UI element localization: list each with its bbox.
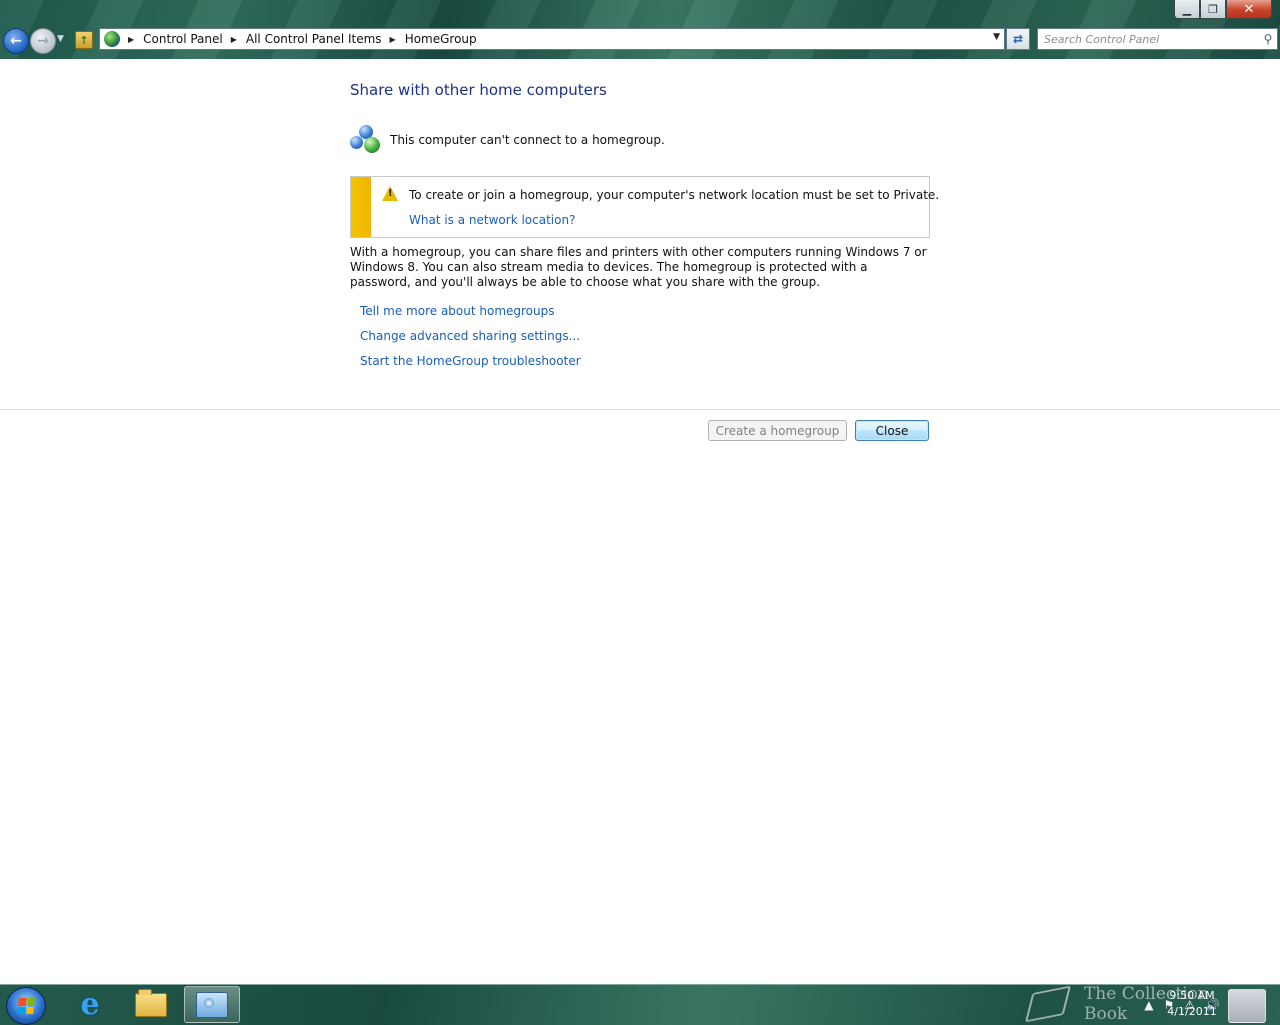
restore-button[interactable]: ❐ [1200, 0, 1226, 19]
taskbar-control-panel[interactable] [184, 986, 240, 1023]
connection-status: This computer can't connect to a homegro… [350, 125, 665, 155]
link-troubleshooter[interactable]: Start the HomeGroup troubleshooter [360, 354, 581, 379]
homegroup-description: With a homegroup, you can share files an… [350, 245, 927, 289]
status-message: This computer can't connect to a homegro… [390, 133, 665, 147]
recent-pages-dropdown[interactable]: ▼ [57, 34, 64, 44]
window-title-bar: ▁ ❐ ✕ ← → ▼ ↑ ▶ Control Panel ▶ All Cont… [0, 0, 1280, 59]
taskbar-file-explorer[interactable] [123, 986, 179, 1023]
breadcrumb-all-items[interactable]: ▶ All Control Panel Items [223, 32, 382, 46]
internet-explorer-icon: e [80, 987, 100, 1022]
create-homegroup-button[interactable]: Create a homegroup [708, 420, 847, 441]
close-window-button[interactable]: ✕ [1226, 0, 1272, 19]
warning-icon [382, 186, 398, 201]
search-box[interactable]: ⚲ [1037, 28, 1278, 50]
clock[interactable]: 9:50 AM 4/1/2011 [1160, 988, 1224, 1020]
link-tell-me-more[interactable]: Tell me more about homegroups [360, 304, 581, 329]
breadcrumb-separator-icon[interactable]: ▶ [390, 35, 396, 44]
breadcrumb-label[interactable]: Control Panel [143, 32, 223, 46]
warning-panel: To create or join a homegroup, your comp… [350, 176, 939, 238]
book-logo-icon [1024, 985, 1072, 1023]
file-explorer-icon [135, 988, 167, 1017]
forward-arrow-icon: → [37, 33, 49, 49]
warning-stripe [351, 177, 371, 237]
network-location-link[interactable]: What is a network location? [409, 213, 575, 227]
show-desktop-button[interactable] [1228, 989, 1266, 1023]
back-button[interactable]: ← [3, 28, 29, 54]
up-folder-icon[interactable]: ↑ [75, 31, 93, 49]
clock-date: 4/1/2011 [1167, 1005, 1217, 1018]
control-panel-icon [196, 991, 228, 1018]
page-title: Share with other home computers [350, 81, 607, 99]
refresh-icon: ⇄ [1012, 32, 1024, 46]
close-button[interactable]: Close [855, 420, 929, 441]
link-advanced-sharing[interactable]: Change advanced sharing settings... [360, 329, 581, 354]
address-dropdown-icon[interactable]: ▼ [993, 32, 1000, 42]
warning-message: To create or join a homegroup, your comp… [409, 188, 940, 202]
breadcrumb-label[interactable]: All Control Panel Items [246, 32, 382, 46]
address-bar[interactable]: ▶ Control Panel ▶ All Control Panel Item… [99, 28, 1005, 50]
breadcrumb-homegroup[interactable]: ▶ HomeGroup [382, 32, 477, 46]
breadcrumb-control-panel[interactable]: ▶ Control Panel [120, 32, 223, 46]
breadcrumb-separator-icon[interactable]: ▶ [128, 35, 134, 44]
homegroup-content: Share with other home computers This com… [0, 59, 1280, 984]
search-input[interactable] [1038, 31, 1259, 47]
taskbar-internet-explorer[interactable]: e [62, 986, 118, 1023]
forward-button[interactable]: → [30, 28, 56, 54]
search-icon[interactable]: ⚲ [1259, 32, 1277, 46]
start-button[interactable] [6, 987, 46, 1025]
footer-divider [0, 409, 1280, 410]
breadcrumb-label[interactable]: HomeGroup [405, 32, 477, 46]
show-hidden-icons-icon[interactable]: ▲ [1144, 998, 1153, 1012]
minimize-button[interactable]: ▁ [1174, 0, 1200, 19]
taskbar: e The Collection Book ▲ ⚑ ⚠ 🔊 9:50 AM 4/… [0, 984, 1280, 1025]
back-arrow-icon: ← [10, 33, 22, 49]
clock-time: 9:50 AM [1169, 989, 1215, 1002]
breadcrumb-separator-icon[interactable]: ▶ [231, 35, 237, 44]
windows-logo-icon [17, 998, 35, 1014]
help-links: Tell me more about homegroups Change adv… [360, 304, 581, 379]
window-controls: ▁ ❐ ✕ [1174, 0, 1272, 19]
control-panel-location-icon [104, 31, 120, 47]
refresh-button[interactable]: ⇄ [1006, 28, 1030, 50]
homegroup-network-icon [350, 125, 382, 155]
